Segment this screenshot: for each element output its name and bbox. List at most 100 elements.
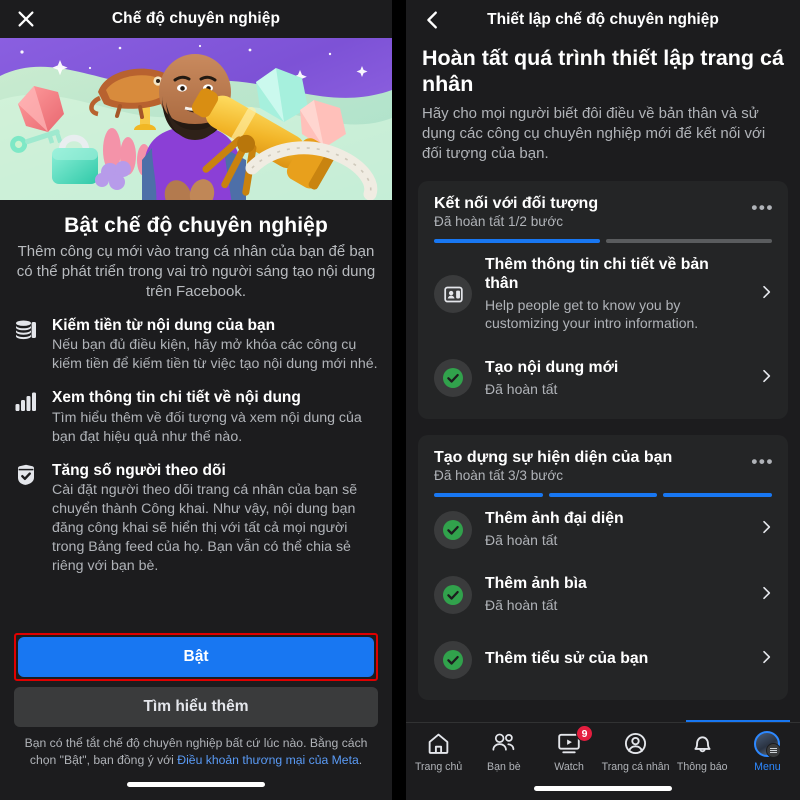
task-title: Thêm ảnh bìa [485, 575, 587, 593]
chevron-right-icon [758, 519, 774, 540]
feature-desc: Nếu bạn đủ điều kiện, hãy mở khóa các cô… [52, 337, 378, 373]
home-icon [426, 730, 451, 757]
task-row-add-details[interactable]: Thêm thông tin chi tiết về bản thân Help… [418, 243, 788, 346]
screenshot-root: Chế độ chuyên nghiệp Bật chế độ chuyên n… [0, 0, 800, 800]
progress-segment [606, 238, 772, 243]
more-options-icon[interactable]: ••• [751, 453, 774, 470]
feature-item-insights: Xem thông tin chi tiết về nội dung Tìm h… [14, 388, 378, 446]
menu-avatar-icon [754, 730, 782, 758]
tab-menu[interactable]: Menu [735, 730, 800, 773]
card-header: Tạo dựng sự hiện diện của bạn Đã hoàn tấ… [418, 449, 788, 483]
check-circle-icon [434, 359, 472, 398]
feature-desc: Tìm hiểu thêm về đối tượng và xem nội du… [52, 409, 362, 445]
task-row-cover-photo[interactable]: Thêm ảnh bìa Đã hoàn tất [418, 562, 788, 627]
feature-desc: Cài đặt người theo dõi trang cá nhân của… [52, 482, 358, 575]
left-phone-panel: Chế độ chuyên nghiệp Bật chế độ chuyên n… [0, 0, 392, 800]
feature-list: Kiếm tiền từ nội dung của bạn Nếu bạn đủ… [14, 316, 378, 576]
tab-home[interactable]: Trang chủ [406, 730, 471, 773]
task-desc: Đã hoàn tất [485, 597, 558, 614]
right-subheading: Hãy cho mọi người biết đôi điều về bản t… [422, 104, 766, 163]
right-title: Thiết lập chế độ chuyên nghiệp [487, 11, 719, 28]
chevron-right-icon [758, 585, 774, 606]
feature-item-followers: Tăng số người theo dõi Cài đặt người the… [14, 461, 378, 577]
task-title: Thêm ảnh đại diện [485, 510, 624, 528]
progress-segment [663, 493, 773, 498]
task-title: Thêm thông tin chi tiết về bản thân [485, 255, 709, 292]
right-intro: Hoàn tất quá trình thiết lập trang cá nh… [406, 40, 800, 165]
card-header: Kết nối với đối tượng Đã hoàn tất 1/2 bư… [418, 195, 788, 229]
card-status: Đã hoàn tất 1/2 bước [434, 213, 564, 229]
tab-label: Menu [754, 761, 781, 773]
turn-on-button[interactable]: Bật [18, 637, 374, 678]
legal-text: Bạn có thể tắt chế độ chuyên nghiệp bất … [14, 735, 378, 769]
left-heading: Bật chế độ chuyên nghiệp [64, 214, 328, 237]
avatar [754, 730, 782, 758]
chevron-right-icon [758, 284, 774, 305]
tab-label: Bạn bè [487, 761, 521, 773]
card-title: Tạo dựng sự hiện diện của bạn [434, 449, 673, 467]
chevron-right-icon [758, 649, 774, 670]
meta-commercial-terms-link[interactable]: Điều khoản thương mại của Meta [177, 753, 358, 767]
watch-icon: 9 [556, 725, 594, 757]
progress-segment [434, 493, 543, 498]
friends-icon [490, 730, 517, 757]
tab-label: Trang cá nhân [601, 761, 670, 773]
legal-suffix: . [358, 753, 363, 768]
progress-card-audience: Kết nối với đối tượng Đã hoàn tất 1/2 bư… [418, 180, 788, 420]
close-icon[interactable] [14, 7, 38, 31]
tab-notifications[interactable]: Thông báo [670, 730, 735, 773]
panel-divider [392, 0, 406, 800]
card-status: Đã hoàn tất 3/3 bước [434, 468, 564, 484]
tab-label: Thông báo [676, 761, 728, 773]
chevron-right-icon [758, 368, 774, 389]
more-options-icon[interactable]: ••• [751, 199, 774, 216]
task-desc: Đã hoàn tất [485, 531, 558, 548]
profile-icon [623, 730, 648, 757]
feature-title: Kiếm tiền từ nội dung của bạn [52, 316, 276, 334]
task-row-create-content[interactable]: Tạo nội dung mới Đã hoàn tất [418, 346, 788, 411]
tab-label: Watch [554, 761, 584, 773]
right-phone-panel: Thiết lập chế độ chuyên nghiệp Hoàn tất … [406, 0, 800, 800]
task-row-profile-photo[interactable]: Thêm ảnh đại diện Đã hoàn tất [418, 497, 788, 562]
home-indicator [127, 782, 265, 787]
left-footer: Bật Tìm hiểu thêm Bạn có thể tắt chế độ … [0, 633, 392, 800]
progress-segment [434, 238, 600, 243]
right-topbar: Thiết lập chế độ chuyên nghiệp [406, 0, 800, 40]
chevron-left-icon[interactable] [422, 9, 444, 31]
progress-card-presence: Tạo dựng sự hiện diện của bạn Đã hoàn tấ… [418, 435, 788, 700]
task-desc: Help people get to know you by customizi… [485, 296, 699, 332]
feature-title: Xem thông tin chi tiết về nội dung [52, 389, 301, 407]
card-title: Kết nối với đối tượng [434, 194, 599, 212]
task-title: Tạo nội dung mới [485, 358, 619, 376]
learn-more-button[interactable]: Tìm hiểu thêm [14, 687, 378, 728]
task-desc: Đã hoàn tất [485, 380, 558, 397]
task-row-bio[interactable]: Thêm tiểu sử của bạn [418, 628, 788, 692]
badge-check-icon [14, 461, 40, 577]
check-circle-icon [434, 510, 472, 549]
watch-badge: 9 [576, 725, 594, 742]
tab-watch[interactable]: 9 Watch [536, 725, 601, 773]
task-title: Thêm tiểu sử của bạn [485, 650, 649, 668]
feature-title: Tăng số người theo dõi [52, 461, 226, 479]
right-scroll-area[interactable]: Hoàn tất quá trình thiết lập trang cá nh… [406, 40, 800, 800]
left-title: Chế độ chuyên nghiệp [111, 10, 281, 27]
tab-profile[interactable]: Trang cá nhân [602, 730, 670, 773]
right-heading: Hoàn tất quá trình thiết lập trang cá nh… [422, 46, 784, 96]
tab-label: Trang chủ [414, 761, 463, 773]
left-subheading: Thêm công cụ mới vào trang cá nhân của b… [16, 243, 376, 300]
check-circle-icon [434, 640, 472, 679]
bell-icon [690, 730, 715, 757]
progress-bar [418, 493, 788, 498]
tab-friends[interactable]: Bạn bè [471, 730, 536, 773]
bar-chart-icon [14, 388, 40, 446]
turn-on-button-highlight: Bật [14, 633, 378, 682]
coins-stack-icon [14, 316, 40, 374]
hero-illustration [0, 38, 392, 200]
home-indicator [534, 786, 672, 791]
feature-item-monetization: Kiếm tiền từ nội dung của bạn Nếu bạn đủ… [14, 316, 378, 374]
left-body: Bật chế độ chuyên nghiệp Thêm công cụ mớ… [0, 214, 392, 576]
left-topbar: Chế độ chuyên nghiệp [0, 0, 392, 38]
profile-details-icon [434, 275, 472, 314]
check-circle-icon [434, 576, 472, 615]
progress-segment [548, 493, 658, 498]
